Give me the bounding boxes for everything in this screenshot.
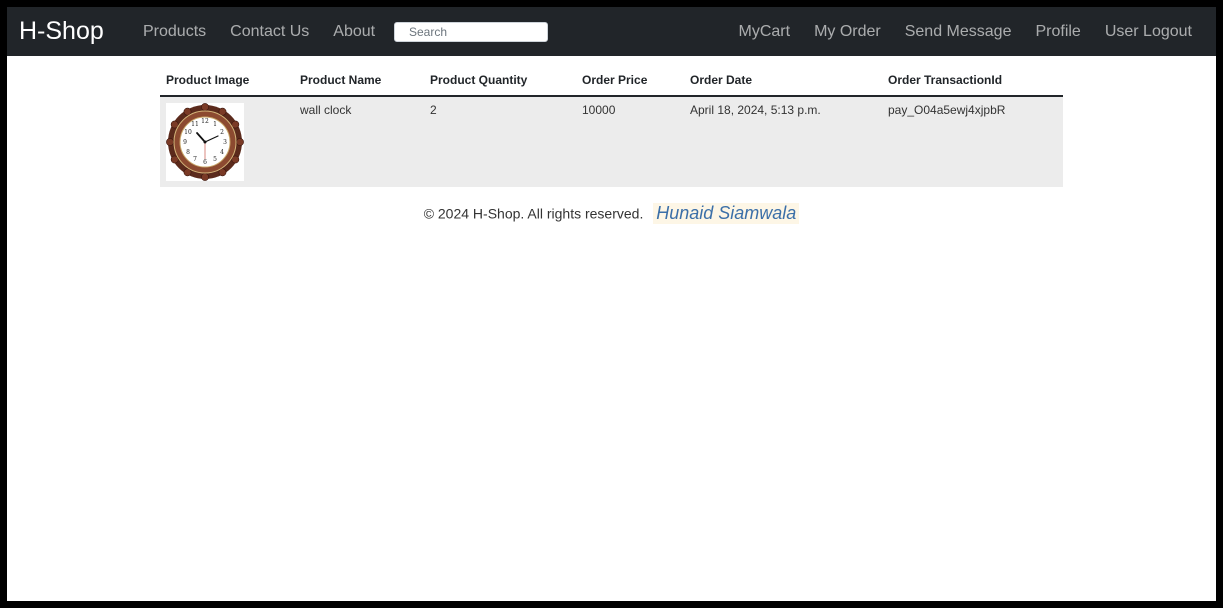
header-order-price: Order Price <box>576 68 684 97</box>
nav-about-link[interactable]: About <box>333 20 375 44</box>
svg-text:12: 12 <box>201 118 209 125</box>
brand-link[interactable]: H-Shop <box>19 15 104 47</box>
cell-order-price: 10000 <box>576 96 684 187</box>
nav-profile-link[interactable]: Profile <box>1035 20 1080 44</box>
cell-transaction-id: pay_O04a5ewj4xjpbR <box>882 96 1063 187</box>
header-order-transaction-id: Order TransactionId <box>882 68 1063 97</box>
svg-text:1: 1 <box>213 121 217 128</box>
nav-mycart-link[interactable]: MyCart <box>739 20 791 44</box>
header-product-name: Product Name <box>294 68 424 97</box>
table-header-row: Product Image Product Name Product Quant… <box>160 68 1063 97</box>
page-frame: H-Shop Products Contact Us About MyCart … <box>7 7 1216 601</box>
footer: © 2024 H-Shop. All rights reserved. Huna… <box>7 203 1216 224</box>
orders-table: Product Image Product Name Product Quant… <box>160 68 1063 187</box>
svg-text:8: 8 <box>186 149 190 156</box>
svg-text:11: 11 <box>191 121 199 128</box>
nav-user-logout-link[interactable]: User Logout <box>1105 20 1192 44</box>
header-product-quantity: Product Quantity <box>424 68 576 97</box>
svg-text:3: 3 <box>223 139 227 146</box>
header-product-image: Product Image <box>160 68 294 97</box>
search-input[interactable] <box>394 22 548 42</box>
nav-send-message-link[interactable]: Send Message <box>905 20 1012 44</box>
cell-product-quantity: 2 <box>424 96 576 187</box>
table-row: 12 1 2 3 4 5 6 7 8 9 10 11 wall clock 2 … <box>160 96 1063 187</box>
cell-order-date: April 18, 2024, 5:13 p.m. <box>684 96 882 187</box>
svg-text:9: 9 <box>183 139 187 146</box>
cell-product-name: wall clock <box>294 96 424 187</box>
navbar: H-Shop Products Contact Us About MyCart … <box>7 7 1216 56</box>
svg-text:2: 2 <box>220 129 224 136</box>
nav-left-links: Products Contact Us About <box>143 20 399 44</box>
svg-text:5: 5 <box>213 156 217 163</box>
nav-products-link[interactable]: Products <box>143 20 206 44</box>
header-order-date: Order Date <box>684 68 882 97</box>
svg-text:6: 6 <box>203 159 207 166</box>
nav-my-order-link[interactable]: My Order <box>814 20 881 44</box>
author-name: Hunaid Siamwala <box>653 203 800 224</box>
svg-text:4: 4 <box>220 149 224 156</box>
nav-contact-us-link[interactable]: Contact Us <box>230 20 309 44</box>
copyright-text: © 2024 H-Shop. All rights reserved. <box>423 205 644 222</box>
wall-clock-image: 12 1 2 3 4 5 6 7 8 9 10 11 <box>166 103 244 181</box>
svg-text:7: 7 <box>193 156 197 163</box>
nav-right-links: MyCart My Order Send Message Profile Use… <box>739 20 1193 44</box>
cell-product-image: 12 1 2 3 4 5 6 7 8 9 10 11 <box>160 96 294 187</box>
svg-text:10: 10 <box>184 129 192 136</box>
